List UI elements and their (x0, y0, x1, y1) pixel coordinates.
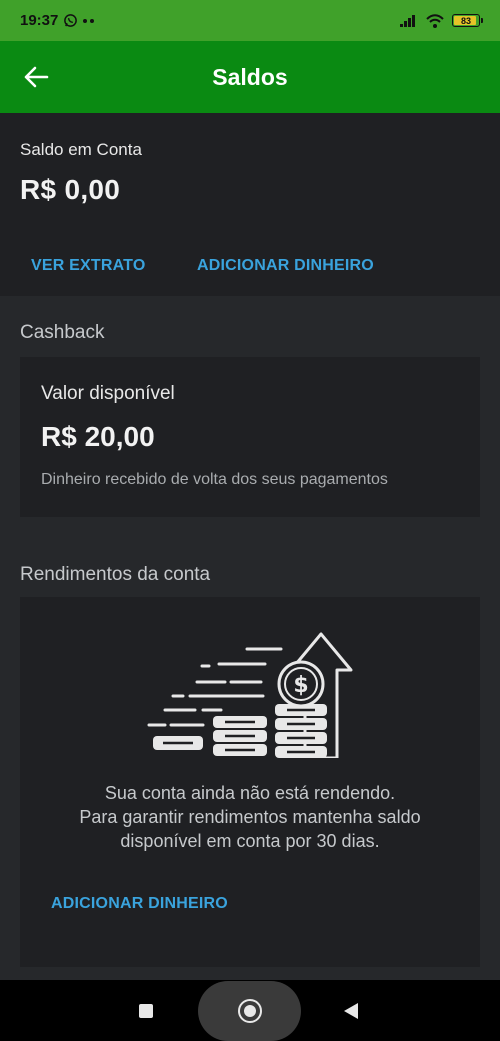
cashback-available-label: Valor disponível (41, 383, 175, 404)
add-money-button[interactable]: ADICIONAR DINHEIRO (197, 257, 374, 275)
wifi-icon (426, 13, 444, 28)
page-title: Saldos (212, 63, 288, 90)
recents-icon[interactable] (139, 1004, 153, 1018)
yield-message-line: Para garantir rendimentos mantenha saldo (79, 807, 421, 827)
arrow-left-icon (24, 66, 49, 88)
home-icon[interactable] (238, 999, 262, 1023)
signal-icon (400, 15, 415, 27)
status-left-icons (63, 13, 96, 28)
yield-message-line: Sua conta ainda não está rendendo. (104, 783, 396, 803)
yield-add-money-button[interactable]: ADICIONAR DINHEIRO (51, 895, 228, 913)
back-icon[interactable] (344, 1003, 358, 1019)
whatsapp-icon (64, 14, 78, 27)
battery-level: 83 (460, 15, 471, 26)
cashback-available-value: R$ 20,00 (41, 421, 155, 452)
back-button[interactable] (20, 61, 52, 93)
status-time: 19:37 (20, 12, 59, 29)
cashback-description: Dinheiro recebido de volta dos seus paga… (41, 471, 388, 488)
account-balance-label: Saldo em Conta (20, 140, 142, 159)
coins-growth-icon: $ (147, 632, 353, 758)
account-balance-value: R$ 0,00 (20, 174, 121, 205)
cashback-section-title: Cashback (20, 322, 105, 343)
app-bar: Saldos (0, 41, 500, 113)
yield-message: Sua conta ainda não está rendendo. Para … (20, 781, 480, 853)
status-right-icons: 83 (400, 13, 483, 28)
yield-section-title: Rendimentos da conta (20, 564, 211, 585)
battery-icon: 83 (452, 14, 483, 27)
yield-message-line: disponível em conta por 30 dias. (120, 831, 380, 851)
status-bar: 19:37 83 (0, 0, 500, 41)
dots-icon (83, 18, 95, 23)
view-statement-button[interactable]: VER EXTRATO (31, 257, 146, 275)
svg-text:$: $ (293, 673, 308, 698)
